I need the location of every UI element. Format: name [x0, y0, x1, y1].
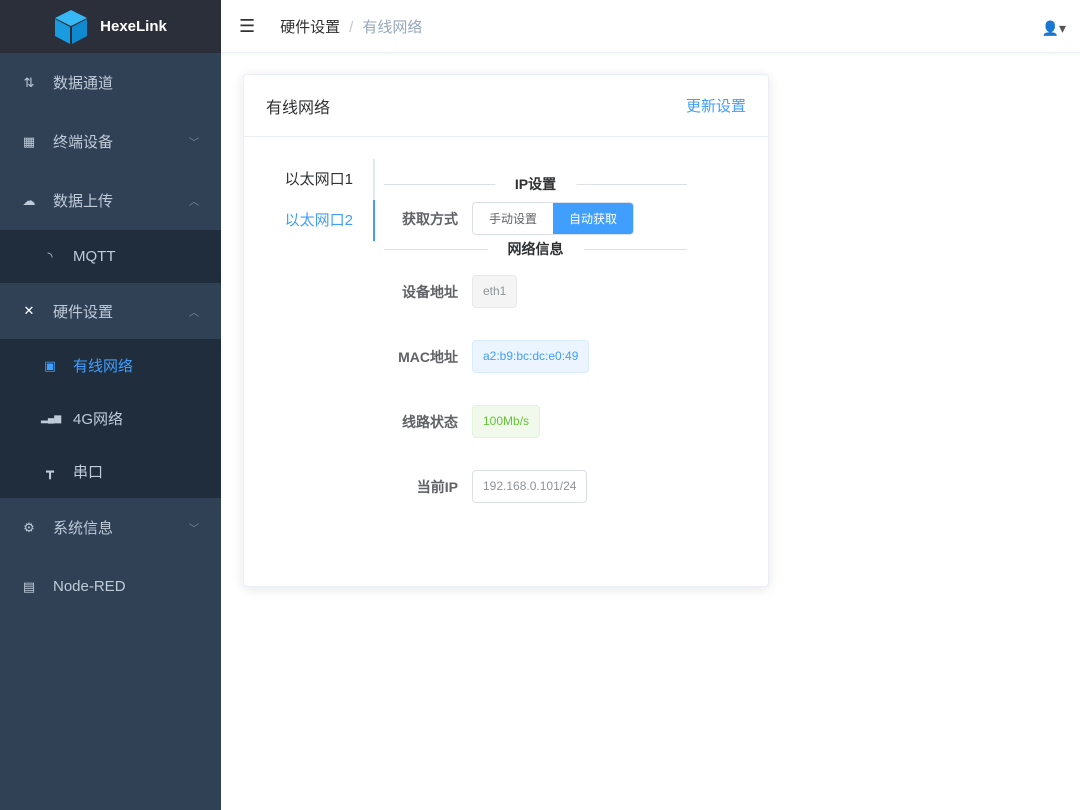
label: 终端设备: [53, 134, 114, 151]
section-title: 网络信息: [487, 239, 584, 259]
sidebar-item-node-red[interactable]: ▤ Node-RED: [0, 557, 221, 616]
device-icon: ▦: [22, 133, 36, 149]
sidebar-item-wired-network[interactable]: ▣ 有线网络: [0, 339, 221, 392]
sidebar-item-serial[interactable]: ┳ 串口: [0, 445, 221, 498]
breadcrumb-separator: /: [349, 18, 354, 36]
label: 有线网络: [73, 358, 134, 375]
rss-icon: ◝: [47, 248, 53, 264]
chevron-up-icon: ︿: [189, 307, 199, 319]
device-label: 设备地址: [402, 283, 458, 300]
top-bar: ☰ 硬件设置 / 有线网络 👤▾: [221, 0, 1080, 53]
sidebar: HexeLink ⇅ 数据通道 ▦ 终端设备 ﹀ ☁ 数据上传 ︿ ◝ MQTT ✕ 硬件设置…: [0, 0, 221, 810]
tab-ethernet-2[interactable]: 以太网口2: [244, 200, 375, 241]
link-status-tag: 100Mb/s: [472, 405, 541, 438]
sidebar-item-data-channel[interactable]: ⇅ 数据通道: [0, 53, 221, 112]
manual-mode-button[interactable]: 手动设置: [473, 203, 553, 234]
section-title: IP设置: [494, 174, 577, 194]
ethernet-icon: ▣: [43, 357, 57, 373]
breadcrumb: 硬件设置 / 有线网络: [280, 16, 422, 37]
cloud-upload-icon: ☁: [22, 192, 36, 208]
tab-ethernet-1[interactable]: 以太网口1: [244, 159, 373, 200]
breadcrumb-parent[interactable]: 硬件设置: [280, 19, 340, 36]
app-name: HexeLink: [100, 18, 167, 35]
port-tabs: 以太网口1 以太网口2: [244, 159, 375, 242]
signal-icon: ▂▄▆: [41, 413, 62, 423]
mac-label: MAC地址: [398, 348, 458, 365]
tools-icon: ✕: [23, 303, 35, 318]
ip-settings-divider: IP设置: [384, 174, 687, 194]
label: 4G网络: [73, 411, 124, 428]
chevron-down-icon: ﹀: [189, 524, 199, 535]
mode-label: 获取方式: [402, 210, 458, 227]
chevron-down-icon: ﹀: [189, 138, 199, 149]
link-status-label: 线路状态: [402, 413, 458, 430]
menu-toggle-icon[interactable]: ☰: [239, 16, 255, 37]
sidebar-item-devices[interactable]: ▦ 终端设备 ﹀: [0, 112, 221, 171]
sidebar-item-4g[interactable]: ▂▄▆ 4G网络: [0, 392, 221, 445]
data-channel-icon: ⇅: [23, 74, 35, 90]
mac-tag: a2:b9:bc:dc:e0:49: [472, 340, 590, 373]
gear-icon: ⚙: [23, 519, 35, 535]
user-avatar-icon[interactable]: 👤▾: [1042, 20, 1066, 37]
mode-selector: 手动设置 自动获取: [472, 202, 635, 235]
network-info-divider: 网络信息: [384, 239, 687, 259]
current-ip-field[interactable]: 192.168.0.101/24: [472, 470, 588, 503]
current-ip-label: 当前IP: [416, 478, 458, 495]
label: 硬件设置: [53, 303, 114, 321]
label: 系统信息: [53, 520, 114, 537]
logo[interactable]: HexeLink: [0, 0, 221, 53]
sidebar-item-hardware[interactable]: ✕ 硬件设置 ︿: [0, 283, 221, 339]
breadcrumb-current: 有线网络: [362, 18, 423, 36]
label: 串口: [73, 464, 104, 481]
device-tag: eth1: [472, 275, 518, 308]
sidebar-item-system-info[interactable]: ⚙ 系统信息 ﹀: [0, 498, 221, 557]
label: 数据通道: [53, 75, 114, 92]
chevron-up-icon: ︿: [189, 197, 199, 208]
wired-network-card: 有线网络 更新设置 以太网口1 以太网口2 IP设置 获取方式 手动设置 自动获…: [243, 74, 769, 587]
serial-icon: ┳: [46, 463, 54, 479]
label: Node-RED: [53, 578, 126, 595]
cube-logo-icon: [55, 9, 88, 44]
update-settings-button[interactable]: 更新设置: [686, 95, 746, 116]
sidebar-item-data-upload[interactable]: ☁ 数据上传 ︿: [0, 171, 221, 230]
auto-mode-button[interactable]: 自动获取: [553, 203, 634, 234]
label: MQTT: [73, 248, 116, 265]
sidebar-item-mqtt[interactable]: ◝ MQTT: [0, 230, 221, 283]
node-red-icon: ▤: [22, 578, 36, 594]
card-title: 有线网络: [266, 99, 331, 117]
label: 数据上传: [53, 193, 114, 210]
